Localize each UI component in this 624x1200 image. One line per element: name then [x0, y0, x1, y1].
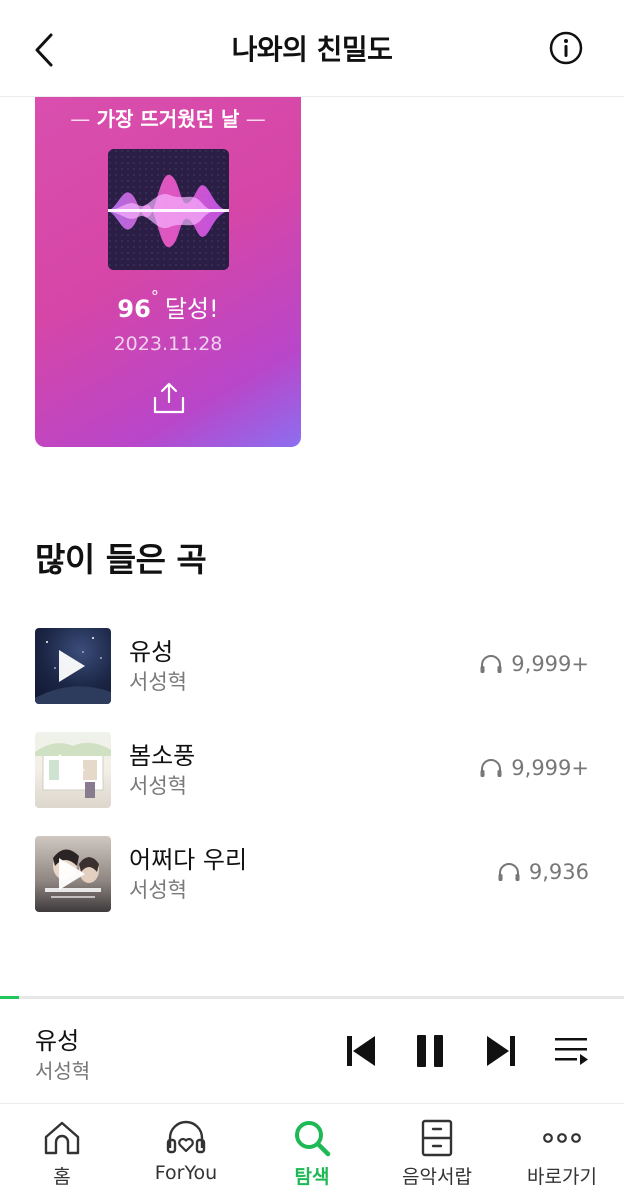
nav-label-home: 홈 — [53, 1166, 71, 1188]
track-artist: 서성혁 — [129, 774, 187, 798]
top-bar: 나와의 친밀도 — [0, 0, 624, 97]
pause-icon — [417, 1035, 443, 1067]
play-count: 9,936 — [497, 860, 589, 884]
share-button[interactable] — [151, 380, 187, 416]
search-icon — [295, 1121, 331, 1157]
card-title-text: 가장 뜨거웠던 날 — [96, 107, 240, 131]
playlist-button[interactable] — [552, 1031, 592, 1071]
achieved-label: 달성! — [164, 295, 219, 323]
track-title: 어쩌다 우리 — [129, 846, 248, 874]
track-row[interactable]: 봄소풍 서성혁 9,999+ — [35, 732, 595, 810]
playlist-icon — [555, 1038, 588, 1065]
bottom-nav: 홈 ForYou 탐색 음악서랍 바로가기 — [0, 1104, 624, 1200]
pause-button[interactable] — [410, 1031, 450, 1071]
play-count: 9,999+ — [479, 756, 589, 780]
nav-label-more: 바로가기 — [527, 1166, 597, 1188]
nav-item-search[interactable]: 탐색 — [250, 1104, 374, 1200]
score-value: 96 — [117, 295, 151, 323]
next-button[interactable] — [480, 1031, 520, 1071]
nav-item-drawer[interactable]: 음악서랍 — [375, 1104, 499, 1200]
play-icon — [59, 754, 85, 786]
headphones-heart-icon — [166, 1120, 206, 1154]
play-icon — [59, 650, 85, 682]
play-count-value: 9,999+ — [511, 756, 589, 780]
play-count-value: 9,936 — [528, 860, 589, 884]
headphones-icon — [498, 863, 520, 881]
track-row[interactable]: 유성 서성혁 9,999+ — [35, 628, 595, 706]
card-title: — 가장 뜨거웠던 날 — — [35, 103, 301, 132]
album-thumb[interactable] — [35, 628, 111, 704]
nav-label-search: 탐색 — [294, 1166, 330, 1188]
achievement-date: 2023.11.28 — [113, 333, 223, 355]
nav-item-home[interactable]: 홈 — [0, 1104, 124, 1200]
section-title: 많이 들은 곡 — [35, 540, 207, 579]
play-count-value: 9,999+ — [511, 652, 589, 676]
info-icon — [549, 31, 583, 65]
previous-button[interactable] — [342, 1031, 382, 1071]
track-title: 봄소풍 — [129, 742, 196, 770]
title-dash-right: — — [239, 107, 266, 131]
now-playing-artist: 서성혁 — [35, 1059, 91, 1083]
album-thumb[interactable] — [35, 836, 111, 912]
headphones-icon — [480, 655, 502, 673]
track-artist: 서성혁 — [129, 670, 187, 694]
nav-item-more[interactable]: 바로가기 — [500, 1104, 624, 1200]
skip-previous-icon — [347, 1036, 375, 1066]
hottest-day-card: — 가장 뜨거웠던 날 — 96° 달성! 2023.11.28 — [35, 97, 301, 447]
home-icon — [44, 1121, 80, 1155]
album-thumb[interactable] — [35, 732, 111, 808]
achievement-text: 96° 달성! — [35, 287, 301, 324]
title-dash-left: — — [70, 107, 97, 131]
nav-item-foryou[interactable]: ForYou — [124, 1104, 248, 1200]
track-title: 유성 — [129, 638, 174, 666]
play-count: 9,999+ — [479, 652, 589, 676]
drawer-icon — [421, 1119, 453, 1157]
mini-player[interactable]: 유성 서성혁 — [0, 999, 624, 1104]
nav-label-drawer: 음악서랍 — [402, 1166, 472, 1188]
more-dots-icon — [543, 1133, 581, 1143]
soundwave-artwork — [108, 149, 229, 270]
nav-label-foryou: ForYou — [154, 1162, 218, 1184]
info-button[interactable] — [548, 30, 584, 66]
now-playing-title: 유성 — [35, 1027, 80, 1055]
degree-sign: ° — [150, 287, 159, 306]
play-icon — [59, 858, 85, 890]
headphones-icon — [480, 759, 502, 777]
page-title: 나와의 친밀도 — [231, 33, 393, 66]
skip-next-icon — [487, 1036, 515, 1066]
track-artist: 서성혁 — [129, 878, 187, 902]
share-icon — [153, 382, 185, 414]
track-row[interactable]: 어쩌다 우리 서성혁 9,936 — [35, 836, 595, 914]
